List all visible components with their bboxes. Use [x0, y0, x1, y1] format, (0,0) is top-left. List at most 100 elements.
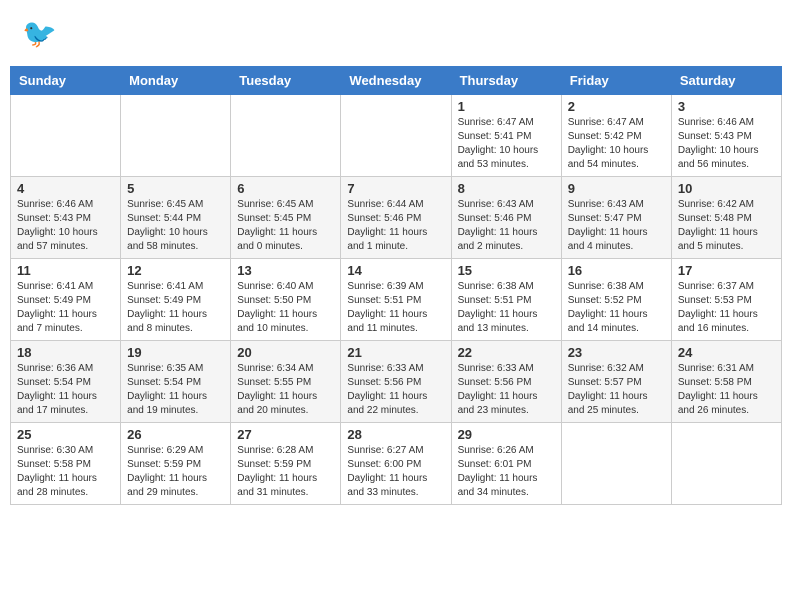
calendar-cell: 17 Sunrise: 6:37 AM Sunset: 5:53 PM Dayli…	[671, 259, 781, 341]
day-info: Sunrise: 6:37 AM Sunset: 5:53 PM Dayligh…	[678, 280, 775, 336]
day-number: 29	[458, 427, 555, 442]
day-info: Sunrise: 6:27 AM Sunset: 6:00 PM Dayligh…	[347, 444, 444, 500]
day-number: 11	[17, 263, 114, 278]
day-number: 22	[458, 345, 555, 360]
day-info: Sunrise: 6:35 AM Sunset: 5:54 PM Dayligh…	[127, 362, 224, 418]
calendar-cell: 19 Sunrise: 6:35 AM Sunset: 5:54 PM Dayli…	[121, 341, 231, 423]
calendar-cell	[671, 423, 781, 505]
week-row-2: 4 Sunrise: 6:46 AM Sunset: 5:43 PM Daylig…	[11, 177, 782, 259]
day-number: 18	[17, 345, 114, 360]
day-number: 3	[678, 99, 775, 114]
calendar-cell: 24 Sunrise: 6:31 AM Sunset: 5:58 PM Dayli…	[671, 341, 781, 423]
calendar-table: SundayMondayTuesdayWednesdayThursdayFrid…	[10, 66, 782, 505]
calendar-cell: 6 Sunrise: 6:45 AM Sunset: 5:45 PM Daylig…	[231, 177, 341, 259]
svg-text:🐦: 🐦	[22, 18, 56, 49]
day-info: Sunrise: 6:38 AM Sunset: 5:51 PM Dayligh…	[458, 280, 555, 336]
calendar-cell: 7Sunrise: 6:44 AM Sunset: 5:46 PM Daylig…	[341, 177, 451, 259]
day-info: Sunrise: 6:45 AM Sunset: 5:45 PM Dayligh…	[237, 198, 334, 254]
calendar-cell: 26 Sunrise: 6:29 AM Sunset: 5:59 PM Dayli…	[121, 423, 231, 505]
weekday-header-wednesday: Wednesday	[341, 67, 451, 95]
day-number: 27	[237, 427, 334, 442]
day-info: Sunrise: 6:33 AM Sunset: 5:56 PM Dayligh…	[347, 362, 444, 418]
calendar-cell: 20Sunrise: 6:34 AM Sunset: 5:55 PM Dayli…	[231, 341, 341, 423]
calendar-cell: 22 Sunrise: 6:33 AM Sunset: 5:56 PM Dayli…	[451, 341, 561, 423]
day-number: 16	[568, 263, 665, 278]
week-row-5: 25 Sunrise: 6:30 AM Sunset: 5:58 PM Dayli…	[11, 423, 782, 505]
day-number: 17	[678, 263, 775, 278]
week-row-3: 11 Sunrise: 6:41 AM Sunset: 5:49 PM Dayli…	[11, 259, 782, 341]
day-info: Sunrise: 6:43 AM Sunset: 5:46 PM Dayligh…	[458, 198, 555, 254]
day-number: 15	[458, 263, 555, 278]
calendar-cell	[11, 95, 121, 177]
weekday-header-thursday: Thursday	[451, 67, 561, 95]
calendar-cell: 10 Sunrise: 6:42 AM Sunset: 5:48 PM Dayli…	[671, 177, 781, 259]
day-info: Sunrise: 6:47 AM Sunset: 5:42 PM Dayligh…	[568, 116, 665, 172]
day-info: Sunrise: 6:38 AM Sunset: 5:52 PM Dayligh…	[568, 280, 665, 336]
weekday-header-saturday: Saturday	[671, 67, 781, 95]
day-number: 2	[568, 99, 665, 114]
day-info: Sunrise: 6:26 AM Sunset: 6:01 PM Dayligh…	[458, 444, 555, 500]
calendar-cell	[121, 95, 231, 177]
calendar-cell: 9 Sunrise: 6:43 AM Sunset: 5:47 PM Daylig…	[561, 177, 671, 259]
day-number: 19	[127, 345, 224, 360]
calendar-cell: 4 Sunrise: 6:46 AM Sunset: 5:43 PM Daylig…	[11, 177, 121, 259]
calendar-cell: 27 Sunrise: 6:28 AM Sunset: 5:59 PM Dayli…	[231, 423, 341, 505]
day-number: 9	[568, 181, 665, 196]
day-info: Sunrise: 6:43 AM Sunset: 5:47 PM Dayligh…	[568, 198, 665, 254]
weekday-header-tuesday: Tuesday	[231, 67, 341, 95]
calendar-cell: 29 Sunrise: 6:26 AM Sunset: 6:01 PM Dayli…	[451, 423, 561, 505]
weekday-header-row: SundayMondayTuesdayWednesdayThursdayFrid…	[11, 67, 782, 95]
day-info: Sunrise: 6:46 AM Sunset: 5:43 PM Dayligh…	[17, 198, 114, 254]
day-info: Sunrise: 6:34 AM Sunset: 5:55 PM Dayligh…	[237, 362, 334, 418]
weekday-header-sunday: Sunday	[11, 67, 121, 95]
day-info: Sunrise: 6:31 AM Sunset: 5:58 PM Dayligh…	[678, 362, 775, 418]
day-number: 10	[678, 181, 775, 196]
day-info: Sunrise: 6:41 AM Sunset: 5:49 PM Dayligh…	[127, 280, 224, 336]
calendar-cell: 3 Sunrise: 6:46 AM Sunset: 5:43 PM Daylig…	[671, 95, 781, 177]
day-info: Sunrise: 6:42 AM Sunset: 5:48 PM Dayligh…	[678, 198, 775, 254]
calendar-cell: 2 Sunrise: 6:47 AM Sunset: 5:42 PM Daylig…	[561, 95, 671, 177]
day-info: Sunrise: 6:39 AM Sunset: 5:51 PM Dayligh…	[347, 280, 444, 336]
logo: 🐦	[20, 15, 58, 51]
day-info: Sunrise: 6:32 AM Sunset: 5:57 PM Dayligh…	[568, 362, 665, 418]
calendar-cell: 5 Sunrise: 6:45 AM Sunset: 5:44 PM Daylig…	[121, 177, 231, 259]
calendar-cell: 25 Sunrise: 6:30 AM Sunset: 5:58 PM Dayli…	[11, 423, 121, 505]
day-info: Sunrise: 6:33 AM Sunset: 5:56 PM Dayligh…	[458, 362, 555, 418]
calendar-cell: 15 Sunrise: 6:38 AM Sunset: 5:51 PM Dayli…	[451, 259, 561, 341]
day-number: 26	[127, 427, 224, 442]
day-number: 21	[347, 345, 444, 360]
day-info: Sunrise: 6:29 AM Sunset: 5:59 PM Dayligh…	[127, 444, 224, 500]
day-number: 5	[127, 181, 224, 196]
day-number: 24	[678, 345, 775, 360]
day-info: Sunrise: 6:30 AM Sunset: 5:58 PM Dayligh…	[17, 444, 114, 500]
calendar-cell: 12 Sunrise: 6:41 AM Sunset: 5:49 PM Dayli…	[121, 259, 231, 341]
day-info: Sunrise: 6:28 AM Sunset: 5:59 PM Dayligh…	[237, 444, 334, 500]
day-number: 13	[237, 263, 334, 278]
calendar-cell	[231, 95, 341, 177]
calendar-cell: 1 Sunrise: 6:47 AM Sunset: 5:41 PM Daylig…	[451, 95, 561, 177]
calendar-cell: 23 Sunrise: 6:32 AM Sunset: 5:57 PM Dayli…	[561, 341, 671, 423]
day-number: 1	[458, 99, 555, 114]
calendar-cell: 16 Sunrise: 6:38 AM Sunset: 5:52 PM Dayli…	[561, 259, 671, 341]
week-row-1: 1 Sunrise: 6:47 AM Sunset: 5:41 PM Daylig…	[11, 95, 782, 177]
day-number: 25	[17, 427, 114, 442]
day-number: 23	[568, 345, 665, 360]
calendar-body: 1 Sunrise: 6:47 AM Sunset: 5:41 PM Daylig…	[11, 95, 782, 505]
calendar-cell: 14Sunrise: 6:39 AM Sunset: 5:51 PM Dayli…	[341, 259, 451, 341]
day-number: 6	[237, 181, 334, 196]
day-info: Sunrise: 6:40 AM Sunset: 5:50 PM Dayligh…	[237, 280, 334, 336]
calendar-cell: 28Sunrise: 6:27 AM Sunset: 6:00 PM Dayli…	[341, 423, 451, 505]
day-info: Sunrise: 6:47 AM Sunset: 5:41 PM Dayligh…	[458, 116, 555, 172]
day-info: Sunrise: 6:36 AM Sunset: 5:54 PM Dayligh…	[17, 362, 114, 418]
day-number: 7	[347, 181, 444, 196]
day-info: Sunrise: 6:46 AM Sunset: 5:43 PM Dayligh…	[678, 116, 775, 172]
day-number: 4	[17, 181, 114, 196]
calendar-cell	[561, 423, 671, 505]
day-info: Sunrise: 6:45 AM Sunset: 5:44 PM Dayligh…	[127, 198, 224, 254]
day-number: 12	[127, 263, 224, 278]
day-number: 8	[458, 181, 555, 196]
calendar-cell: 21 Sunrise: 6:33 AM Sunset: 5:56 PM Dayli…	[341, 341, 451, 423]
calendar-cell: 11 Sunrise: 6:41 AM Sunset: 5:49 PM Dayli…	[11, 259, 121, 341]
calendar-cell	[341, 95, 451, 177]
day-info: Sunrise: 6:41 AM Sunset: 5:49 PM Dayligh…	[17, 280, 114, 336]
